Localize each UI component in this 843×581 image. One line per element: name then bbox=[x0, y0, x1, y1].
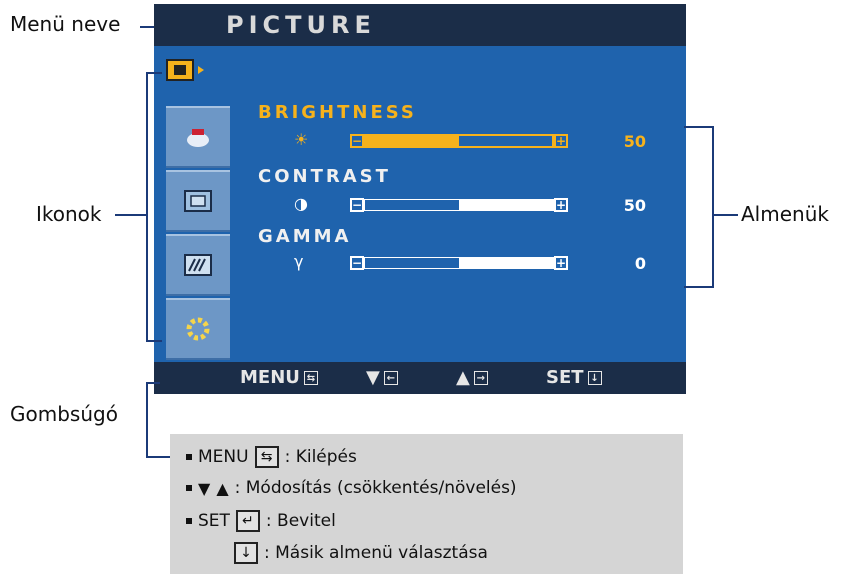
setup-menu-icon[interactable] bbox=[166, 298, 230, 360]
menu-key-label: MENU bbox=[240, 367, 300, 388]
callout-bracket bbox=[146, 72, 148, 342]
up-triangle-icon: ▲ bbox=[216, 478, 229, 498]
callout-bracket bbox=[146, 72, 162, 74]
contrast-icon: ◑ bbox=[294, 194, 308, 213]
down-arrow-icon: ▼ bbox=[366, 367, 380, 388]
plus-icon: + bbox=[554, 134, 568, 148]
slider-fill bbox=[365, 258, 459, 268]
plus-icon: + bbox=[554, 256, 568, 270]
brightness-icon: ☀ bbox=[294, 130, 309, 149]
set-key[interactable]: SET ↓ bbox=[546, 362, 602, 394]
help-row-arrows: ▼ ▲ : Módosítás (csökkentés/növelés) bbox=[186, 478, 517, 498]
help-row-next: ↓ : Másik almenü választása bbox=[234, 542, 488, 564]
minus-icon: − bbox=[350, 134, 364, 148]
osd-window: PICTURE BRIGHTNESS ☀ − + 50 CONTRAST ◑ −… bbox=[154, 4, 686, 394]
button-help-callout: Gombsúgó bbox=[10, 402, 118, 426]
set-key-label: SET bbox=[546, 367, 584, 388]
minus-icon: − bbox=[350, 256, 364, 270]
menu-title: PICTURE bbox=[154, 4, 686, 46]
help-row-menu: MENU ⇆ : Kilépés bbox=[186, 446, 357, 468]
help-key-set: SET bbox=[198, 511, 230, 531]
gamma-slider[interactable]: − + bbox=[350, 256, 568, 270]
down-arrow-box-icon: ↓ bbox=[587, 371, 602, 385]
slider-track bbox=[364, 199, 554, 211]
submenus-callout: Almenük bbox=[741, 202, 829, 226]
slider-fill bbox=[365, 200, 459, 210]
submenu-panel: BRIGHTNESS ☀ − + 50 CONTRAST ◑ − + 50 GA… bbox=[234, 46, 686, 362]
up-key[interactable]: ▲ → bbox=[456, 362, 488, 394]
tracking-menu-icon[interactable] bbox=[166, 234, 230, 296]
bullet bbox=[186, 454, 192, 460]
down-arrow-box-icon: ↓ bbox=[234, 542, 258, 564]
button-help-panel: MENU ⇆ : Kilépés ▼ ▲ : Módosítás (csökke… bbox=[170, 434, 683, 574]
exit-icon: ⇆ bbox=[254, 446, 279, 468]
callout-line bbox=[140, 26, 154, 28]
down-key[interactable]: ▼ ← bbox=[366, 362, 398, 394]
help-desc: : Bevitel bbox=[265, 511, 336, 531]
callout-bracket bbox=[146, 456, 170, 458]
callout-bracket bbox=[146, 382, 160, 384]
brightness-slider[interactable]: − + bbox=[350, 134, 568, 148]
exit-icon: ⇆ bbox=[303, 371, 318, 385]
color-menu-icon[interactable] bbox=[166, 106, 230, 168]
callout-bracket bbox=[684, 126, 714, 128]
up-arrow-icon: ▲ bbox=[456, 367, 470, 388]
brightness-label[interactable]: BRIGHTNESS bbox=[258, 102, 417, 123]
icons-callout: Ikonok bbox=[36, 202, 102, 226]
callout-line bbox=[115, 214, 147, 216]
help-desc: : Kilépés bbox=[284, 447, 357, 467]
brightness-value: 50 bbox=[623, 132, 646, 151]
plus-icon: + bbox=[554, 198, 568, 212]
slider-fill bbox=[366, 136, 459, 146]
position-menu-icon[interactable] bbox=[166, 170, 230, 232]
slider-track bbox=[364, 134, 554, 148]
down-triangle-icon: ▼ bbox=[198, 478, 211, 498]
icon-column bbox=[154, 46, 234, 362]
contrast-label[interactable]: CONTRAST bbox=[258, 166, 391, 187]
contrast-value: 50 bbox=[623, 196, 646, 215]
menu-key[interactable]: MENU ⇆ bbox=[240, 362, 318, 394]
callout-bracket bbox=[146, 382, 148, 458]
bullet bbox=[186, 518, 192, 524]
button-bar: MENU ⇆ ▼ ← ▲ → SET ↓ bbox=[154, 362, 686, 394]
picture-menu-icon[interactable] bbox=[164, 56, 226, 98]
gamma-value: 0 bbox=[634, 254, 646, 273]
gamma-icon: γ bbox=[294, 252, 304, 271]
callout-bracket bbox=[712, 126, 714, 288]
bullet bbox=[186, 485, 192, 491]
callout-line bbox=[712, 214, 738, 216]
callout-bracket bbox=[684, 286, 714, 288]
minus-icon: − bbox=[350, 198, 364, 212]
help-row-set: SET ↵ : Bevitel bbox=[186, 510, 336, 532]
menu-name-callout: Menü neve bbox=[10, 12, 121, 36]
help-desc: : Módosítás (csökkentés/növelés) bbox=[234, 478, 517, 498]
right-arrow-icon: → bbox=[473, 371, 488, 385]
contrast-slider[interactable]: − + bbox=[350, 198, 568, 212]
callout-bracket bbox=[146, 340, 162, 342]
enter-icon: ↵ bbox=[235, 510, 260, 532]
left-arrow-icon: ← bbox=[383, 371, 398, 385]
help-key-menu: MENU bbox=[198, 447, 249, 467]
help-desc: : Másik almenü választása bbox=[264, 543, 488, 563]
gamma-label[interactable]: GAMMA bbox=[258, 226, 351, 247]
slider-track bbox=[364, 257, 554, 269]
